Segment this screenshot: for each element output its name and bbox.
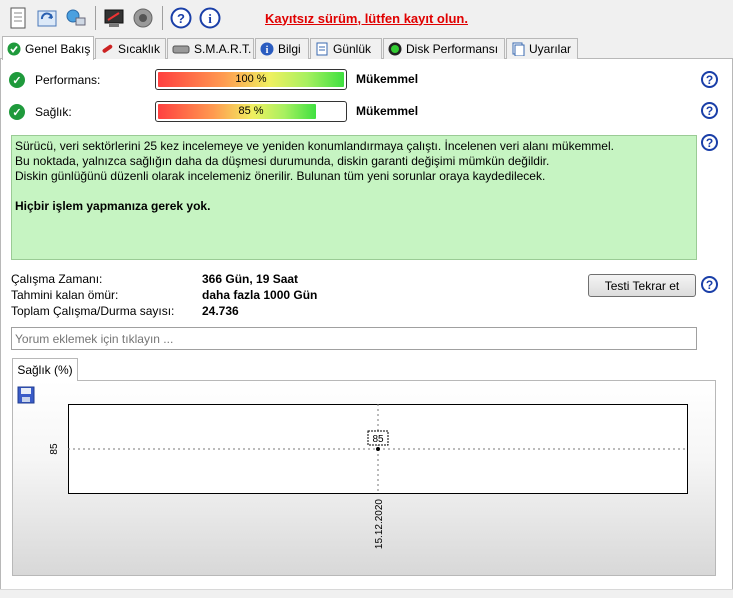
network-icon[interactable] [64, 6, 88, 30]
tab-temperature[interactable]: Sıcaklık [95, 38, 166, 59]
help-icon[interactable]: ? [701, 71, 718, 88]
unregistered-link[interactable]: Kayıtsız sürüm, lütfen kayıt olun. [265, 11, 468, 26]
svg-text:?: ? [177, 11, 185, 26]
tab-info[interactable]: i Bilgi [255, 38, 309, 59]
tab-label: Genel Bakış [25, 41, 91, 56]
check-icon [7, 42, 21, 56]
help-icon[interactable]: ? [169, 6, 193, 30]
refresh-icon[interactable] [35, 6, 59, 30]
log-icon [315, 42, 329, 56]
performance-row: ✓ Performans: [9, 69, 100, 91]
screen-icon[interactable] [102, 6, 126, 30]
lifetime-label: Tahmini kalan ömür: [11, 288, 119, 302]
tab-alerts[interactable]: Uyarılar [506, 38, 578, 59]
speaker-icon[interactable] [131, 6, 155, 30]
chart-area: 85 85 15.12.2020 [12, 380, 716, 576]
message-bold-line: Hiçbir işlem yapmanıza gerek yok. [15, 199, 211, 213]
message-line: Sürücü, veri sektörlerini 25 kez incelem… [15, 139, 614, 153]
tab-overview[interactable]: Genel Bakış [2, 36, 94, 60]
document-icon[interactable] [6, 6, 30, 30]
start-stop-label: Toplam Çalışma/Durma sayısı: [11, 304, 175, 318]
performance-percent: 100 % [235, 73, 267, 85]
alerts-icon [511, 42, 525, 57]
tab-smart[interactable]: S.M.A.R.T. [167, 38, 254, 59]
svg-text:i: i [208, 11, 212, 26]
toolbar-separator [95, 6, 96, 30]
info-icon[interactable]: i [198, 6, 222, 30]
drive-icon [172, 42, 190, 56]
health-row: ✓ Sağlık: [9, 101, 72, 123]
comment-input[interactable] [11, 327, 697, 350]
tab-label: Uyarılar [529, 42, 572, 56]
overview-panel: ✓ Performans: 100 % Mükemmel ? ✓ Sağlık:… [0, 59, 733, 589]
data-point [376, 447, 380, 451]
health-chart: 85 85 15.12.2020 [49, 404, 688, 549]
message-line: Bu noktada, yalnızca sağlığın daha da dü… [15, 154, 550, 168]
performance-grade: Mükemmel [356, 72, 419, 86]
status-message: Sürücü, veri sektörlerini 25 kez incelem… [11, 135, 697, 260]
tab-label: Disk Performansı [406, 42, 499, 56]
tab-log[interactable]: Günlük [310, 38, 382, 59]
tab-label: S.M.A.R.T. [194, 42, 252, 56]
x-tick-label: 15.12.2020 [374, 499, 385, 549]
tab-label: Sıcaklık [118, 42, 161, 56]
check-icon: ✓ [9, 104, 25, 120]
health-bar: 85 % [155, 101, 347, 122]
tab-label: Bilgi [278, 42, 301, 56]
performance-label: Performans: [35, 73, 101, 87]
tab-health-chart[interactable]: Sağlık (%) [12, 358, 78, 381]
y-tick-label: 85 [49, 443, 60, 455]
health-label: Sağlık: [35, 105, 72, 119]
toolbar-separator [162, 6, 163, 30]
help-icon[interactable]: ? [701, 134, 718, 151]
message-line: Diskin günlüğünü düzenli olarak inceleme… [15, 169, 546, 183]
uptime-value: 366 Gün, 19 Saat [202, 272, 299, 286]
tab-bar: Genel Bakış Sıcaklık S.M.A.R.T. i Bilgi … [0, 36, 733, 60]
thermometer-icon [100, 42, 114, 56]
check-icon: ✓ [9, 72, 25, 88]
help-icon[interactable]: ? [701, 102, 718, 119]
lifetime-value: daha fazla 1000 Gün [202, 288, 318, 302]
start-stop-value: 24.736 [202, 304, 239, 318]
health-grade: Mükemmel [356, 104, 419, 118]
status-bar [0, 589, 733, 598]
info-icon: i [260, 42, 274, 56]
performance-bar: 100 % [155, 69, 347, 90]
gauge-icon [388, 42, 402, 56]
tab-label: Günlük [333, 42, 372, 56]
data-label: 85 [372, 434, 384, 445]
uptime-label: Çalışma Zamanı: [11, 272, 103, 286]
health-percent: 85 % [238, 105, 264, 117]
tab-disk-performance[interactable]: Disk Performansı [383, 38, 505, 59]
retest-button[interactable]: Testi Tekrar et [588, 274, 696, 297]
toolbar: ? i Kayıtsız sürüm, lütfen kayıt olun. [0, 0, 733, 36]
help-icon[interactable]: ? [701, 276, 718, 293]
svg-text:i: i [266, 45, 269, 56]
